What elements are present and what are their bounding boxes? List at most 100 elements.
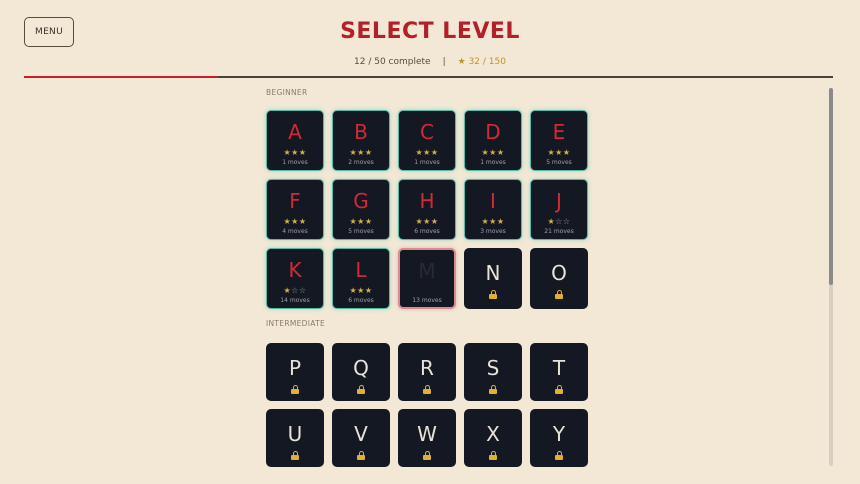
- lock-icon: [423, 451, 431, 460]
- level-tile-t: T: [530, 343, 588, 401]
- level-tile-y: Y: [530, 409, 588, 467]
- star-icon: ★: [357, 217, 365, 226]
- star-icon: ★: [489, 217, 497, 226]
- level-moves: 2 moves: [348, 159, 374, 166]
- level-tile-w: W: [398, 409, 456, 467]
- level-letter: W: [417, 422, 437, 446]
- level-moves: 5 moves: [348, 228, 374, 235]
- section-label-intermediate: INTERMEDIATE: [266, 319, 326, 328]
- page-title: SELECT LEVEL: [340, 19, 520, 44]
- level-moves: 3 moves: [480, 228, 506, 235]
- level-tile-d[interactable]: D ★★★ 1 moves: [464, 110, 522, 171]
- level-tile-v: V: [332, 409, 390, 467]
- star-rating: ★☆☆: [547, 217, 570, 227]
- level-tile-f[interactable]: F ★★★ 4 moves: [266, 179, 324, 240]
- star-rating: ★★★: [349, 217, 372, 227]
- star-rating: ★☆☆: [283, 286, 306, 296]
- level-tile-i[interactable]: I ★★★ 3 moves: [464, 179, 522, 240]
- star-icon: ★: [291, 148, 299, 157]
- level-tile-g[interactable]: G ★★★ 5 moves: [332, 179, 390, 240]
- level-letter: V: [354, 422, 368, 446]
- level-tile-k[interactable]: K ★☆☆ 14 moves: [266, 248, 324, 309]
- progress-bar-fill: [24, 76, 219, 78]
- star-icon: ★: [357, 148, 365, 157]
- level-letter: O: [551, 261, 567, 285]
- star-icon: ★: [298, 217, 307, 226]
- level-moves: 13 moves: [412, 297, 442, 304]
- level-tile-q: Q: [332, 343, 390, 401]
- star-icon: ★: [423, 217, 431, 226]
- star-icon: ★: [547, 217, 556, 226]
- star-icon: ★: [283, 148, 292, 157]
- star-icon: ★: [562, 148, 571, 157]
- lock-icon: [357, 451, 365, 460]
- star-rating: ★★★: [283, 148, 306, 158]
- star-icon: ★: [298, 148, 307, 157]
- lock-icon: [555, 290, 563, 299]
- star-rating: ★★★: [415, 148, 438, 158]
- scrollbar-thumb[interactable]: [829, 88, 833, 285]
- star-rating: ★★★: [349, 148, 372, 158]
- star-icon: ☆: [298, 286, 307, 295]
- level-moves: 6 moves: [414, 228, 440, 235]
- star-icon: ★: [430, 217, 439, 226]
- star-icon: ★: [555, 148, 563, 157]
- star-icon: ★: [364, 286, 373, 295]
- star-rating: ★★★: [547, 148, 570, 158]
- section-intermediate: INTERMEDIATE P Q R S T U V W X Y: [266, 319, 596, 467]
- progress-stats: 12 / 50 complete | ★ 32 / 150: [0, 57, 860, 67]
- level-moves: 4 moves: [282, 228, 308, 235]
- levels-complete-text: 12 / 50 complete: [354, 57, 431, 67]
- level-letter: U: [287, 422, 303, 446]
- level-moves: 21 moves: [544, 228, 574, 235]
- star-rating: ★★★: [415, 217, 438, 227]
- star-icon: ★: [349, 148, 358, 157]
- level-letter: P: [288, 356, 302, 380]
- level-tile-l[interactable]: L ★★★ 6 moves: [332, 248, 390, 309]
- level-tile-c[interactable]: C ★★★ 1 moves: [398, 110, 456, 171]
- level-tile-e[interactable]: E ★★★ 5 moves: [530, 110, 588, 171]
- lock-icon: [291, 451, 299, 460]
- level-tile-j[interactable]: J ★☆☆ 21 moves: [530, 179, 588, 240]
- level-letter: S: [486, 356, 500, 380]
- level-letter: K: [288, 258, 302, 282]
- level-letter: R: [420, 356, 434, 380]
- star-icon: ★: [415, 148, 424, 157]
- star-icon: ★: [349, 217, 358, 226]
- level-tile-m[interactable]: M 13 moves: [398, 248, 456, 309]
- star-rating: ★★★: [283, 217, 306, 227]
- level-moves: 6 moves: [348, 297, 374, 304]
- level-letter: Y: [552, 422, 566, 446]
- lock-icon: [555, 385, 563, 394]
- level-letter: T: [552, 356, 566, 380]
- progress-bar: [24, 76, 833, 78]
- lock-icon: [291, 385, 299, 394]
- level-letter: G: [353, 189, 369, 213]
- section-label-beginner: BEGINNER: [266, 88, 308, 97]
- level-tile-o: O: [530, 248, 588, 309]
- level-tile-a[interactable]: A ★★★ 1 moves: [266, 110, 324, 171]
- star-icon: ☆: [291, 286, 299, 295]
- star-icon: ★: [430, 148, 439, 157]
- level-tile-b[interactable]: B ★★★ 2 moves: [332, 110, 390, 171]
- lock-icon: [357, 385, 365, 394]
- level-tile-n: N: [464, 248, 522, 309]
- lock-icon: [489, 290, 497, 299]
- level-tile-u: U: [266, 409, 324, 467]
- level-moves: 5 moves: [546, 159, 572, 166]
- star-icon: ☆: [562, 217, 571, 226]
- level-moves: 1 moves: [480, 159, 506, 166]
- level-tile-r: R: [398, 343, 456, 401]
- lock-icon: [423, 385, 431, 394]
- star-rating: ★★★: [481, 148, 504, 158]
- level-letter: Q: [353, 356, 369, 380]
- level-list: BEGINNER A ★★★ 1 moves B ★★★ 2 moves C ★★★ 1 mov…: [266, 88, 596, 467]
- level-tile-h[interactable]: H ★★★ 6 moves: [398, 179, 456, 240]
- lock-icon: [489, 451, 497, 460]
- level-tile-s: S: [464, 343, 522, 401]
- star-icon: ★: [283, 217, 292, 226]
- lock-icon: [555, 451, 563, 460]
- level-letter: F: [289, 189, 301, 213]
- star-icon: ★: [364, 217, 373, 226]
- star-rating: ★★★: [481, 217, 504, 227]
